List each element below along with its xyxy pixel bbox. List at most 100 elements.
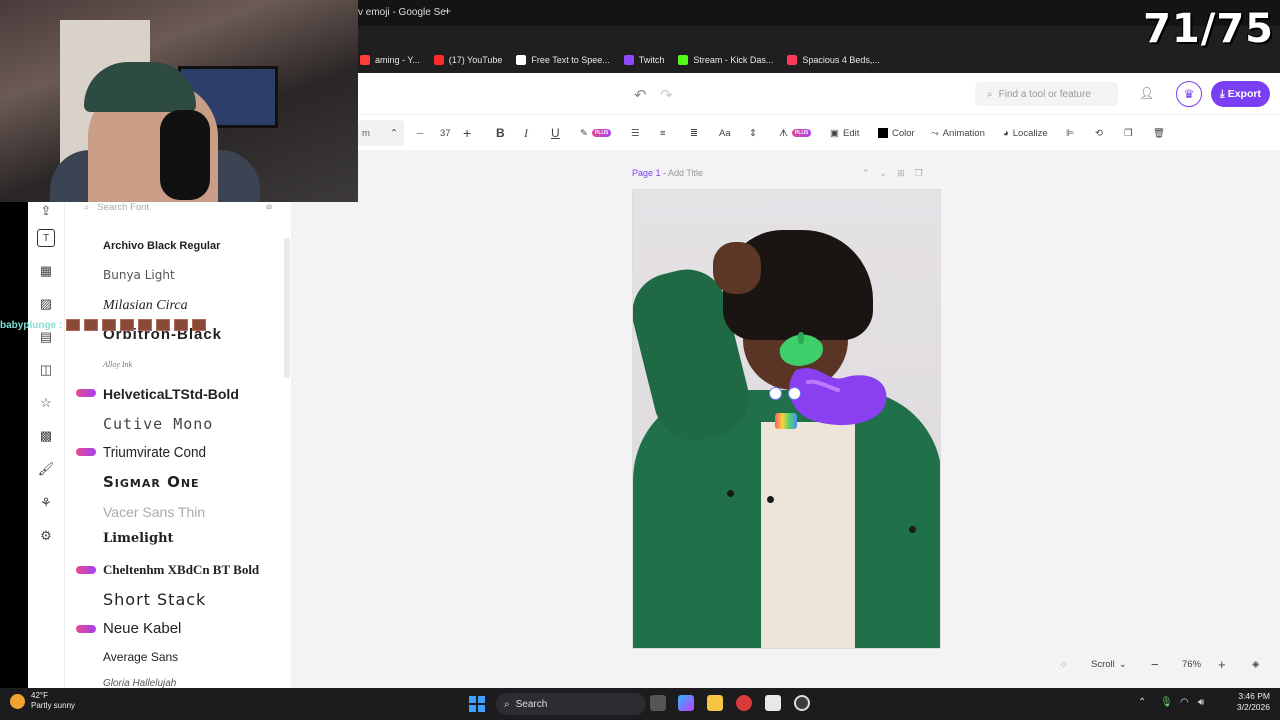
- star-icon[interactable]: ☆: [37, 394, 55, 412]
- bold-icon[interactable]: B: [496, 118, 505, 148]
- font-item[interactable]: Cutive Mono: [103, 415, 213, 433]
- stream-counter: 71/75: [1143, 6, 1274, 52]
- plugins-icon[interactable]: ⚙: [37, 527, 55, 545]
- windows-start-icon[interactable]: [469, 696, 485, 712]
- localize-button[interactable]: ◕ Localize: [1003, 118, 1048, 148]
- chevron-up-icon[interactable]: ⌃: [390, 118, 398, 148]
- font-size-value[interactable]: 37: [440, 118, 451, 148]
- bookmark-item[interactable]: Twitch: [623, 55, 664, 65]
- trash-icon[interactable]: 🗑︎: [1153, 118, 1165, 148]
- text-case-icon[interactable]: Aa: [719, 118, 731, 148]
- taskbar-search[interactable]: ⌕ Search: [496, 693, 646, 715]
- weather-widget[interactable]: 42°F Partly sunny: [10, 691, 75, 711]
- new-tab-icon[interactable]: +: [444, 4, 451, 18]
- underline-icon[interactable]: U: [551, 118, 560, 148]
- font-item[interactable]: Milasian Circa: [103, 298, 188, 314]
- chevron-up-icon[interactable]: ⌃: [862, 168, 870, 179]
- pattern-icon[interactable]: ▩: [37, 427, 55, 445]
- plus-badge: [76, 448, 96, 456]
- volume-icon[interactable]: 🔊︎: [1198, 697, 1204, 708]
- effects-button[interactable]: ᗑ PLUS: [779, 118, 812, 148]
- sticker-icon[interactable]: ◫: [37, 361, 55, 379]
- font-item[interactable]: Average Sans: [103, 650, 178, 664]
- zoom-level[interactable]: 76%: [1182, 659, 1201, 670]
- chevron-down-icon[interactable]: ⌄: [880, 168, 888, 179]
- add-page-icon[interactable]: ⊞: [897, 168, 905, 179]
- user-icon[interactable]: 👤︎: [1139, 86, 1154, 100]
- browser-tab[interactable]: v emoji - Google Se: [358, 7, 446, 18]
- store-icon[interactable]: [765, 695, 781, 711]
- tool-search-input[interactable]: ⌕ Find a tool or feature: [975, 82, 1118, 106]
- bullet-list-icon[interactable]: ☰: [631, 118, 640, 148]
- filter-icon[interactable]: ≑: [265, 202, 273, 213]
- bookmark-item[interactable]: Stream - Kick Das...: [678, 55, 773, 65]
- align-icon[interactable]: ⊫: [1066, 118, 1074, 148]
- upload-icon[interactable]: ⇪: [37, 202, 55, 220]
- rainbow-emoji-icon[interactable]: [775, 413, 797, 429]
- plus-upgrade-button[interactable]: ♛: [1176, 81, 1202, 107]
- file-explorer-icon[interactable]: [707, 695, 723, 711]
- decrease-size-button[interactable]: −: [416, 118, 424, 148]
- task-view-icon[interactable]: [650, 695, 666, 711]
- font-list-scrollbar[interactable]: [284, 238, 290, 378]
- increase-size-button[interactable]: +: [463, 118, 471, 148]
- font-item[interactable]: Vacer Sans Thin: [103, 504, 205, 520]
- bookmark-item[interactable]: Spacious 4 Beds,...: [787, 55, 880, 65]
- font-item[interactable]: Gloria Hallelujah: [103, 678, 176, 688]
- copy-page-icon[interactable]: ❐: [915, 168, 923, 179]
- bookmark-item[interactable]: Free Text to Spee...: [516, 55, 610, 65]
- search-icon: ⌕: [504, 698, 510, 710]
- duplicate-icon[interactable]: ❐: [1124, 118, 1133, 148]
- chat-username: babyplunge :: [0, 319, 63, 331]
- elements-icon[interactable]: ⚘: [37, 494, 55, 512]
- edit-button[interactable]: ▣ Edit: [830, 118, 859, 148]
- image-icon[interactable]: ▨: [37, 295, 55, 313]
- brush-icon[interactable]: 🖌︎: [37, 460, 55, 478]
- highlight-button[interactable]: ✎ PLUS: [580, 118, 612, 148]
- font-item[interactable]: Bunya Light: [103, 268, 175, 282]
- font-item[interactable]: Cheltenhm XBdCn BT Bold: [103, 562, 259, 578]
- italic-icon[interactable]: I: [524, 118, 528, 148]
- wifi-icon[interactable]: ◠: [1180, 697, 1189, 708]
- bookmark-item[interactable]: (17) YouTube: [433, 55, 502, 65]
- font-item[interactable]: HelveticaLTStd-Bold: [103, 386, 239, 402]
- app-icon[interactable]: [794, 695, 810, 711]
- animation-button[interactable]: ⤳ Animation: [931, 118, 985, 148]
- text-tool-icon[interactable]: T: [37, 229, 55, 247]
- flip-icon[interactable]: ⟲: [1095, 118, 1103, 148]
- microphone-icon[interactable]: 🎙︎: [1160, 697, 1173, 708]
- redo-icon[interactable]: ↷: [660, 86, 673, 104]
- move-handle-icon[interactable]: [788, 387, 801, 400]
- bookmark-item[interactable]: aming - Y...: [360, 55, 420, 65]
- copilot-icon[interactable]: [678, 695, 694, 711]
- opera-icon[interactable]: [736, 695, 752, 711]
- hide-icon[interactable]: ◌: [1061, 659, 1067, 670]
- font-item[interactable]: Short Stack: [103, 590, 206, 609]
- color-button[interactable]: Color: [878, 118, 915, 148]
- kick-icon: [678, 55, 689, 65]
- font-item[interactable]: Triumvirate Cond: [103, 444, 206, 461]
- numbered-list-icon[interactable]: ≡: [660, 118, 666, 148]
- undo-icon[interactable]: ↶: [634, 86, 647, 104]
- layers-icon[interactable]: ◈: [1252, 659, 1259, 670]
- zoom-out-button[interactable]: −: [1151, 657, 1159, 672]
- export-button[interactable]: ⤓ Export: [1211, 81, 1270, 107]
- layout-icon[interactable]: ▦: [37, 262, 55, 280]
- rotate-handle-icon[interactable]: [769, 387, 782, 400]
- add-title-button[interactable]: Add Title: [668, 168, 703, 178]
- emote-icon: [192, 319, 207, 331]
- align-center-icon[interactable]: ≣: [690, 118, 698, 148]
- font-item[interactable]: Neue Kabel: [103, 620, 181, 637]
- font-item[interactable]: Archivo Black Regular: [103, 240, 220, 252]
- spacing-icon[interactable]: ⇕: [749, 118, 757, 148]
- font-item[interactable]: Limelight: [103, 531, 174, 546]
- font-item[interactable]: Sigmar One: [103, 473, 200, 491]
- emote-icon: [120, 319, 135, 331]
- font-item[interactable]: Alloy Ink: [103, 360, 132, 369]
- zoom-in-button[interactable]: +: [1218, 657, 1226, 672]
- scroll-mode-select[interactable]: Scroll ⌄: [1091, 659, 1127, 670]
- chevron-up-icon[interactable]: ⌃: [1138, 697, 1146, 708]
- edit-icon: ▣: [830, 127, 839, 139]
- system-clock[interactable]: 3:46 PM 3/2/2026: [1237, 691, 1270, 713]
- photo-region: [713, 242, 761, 294]
